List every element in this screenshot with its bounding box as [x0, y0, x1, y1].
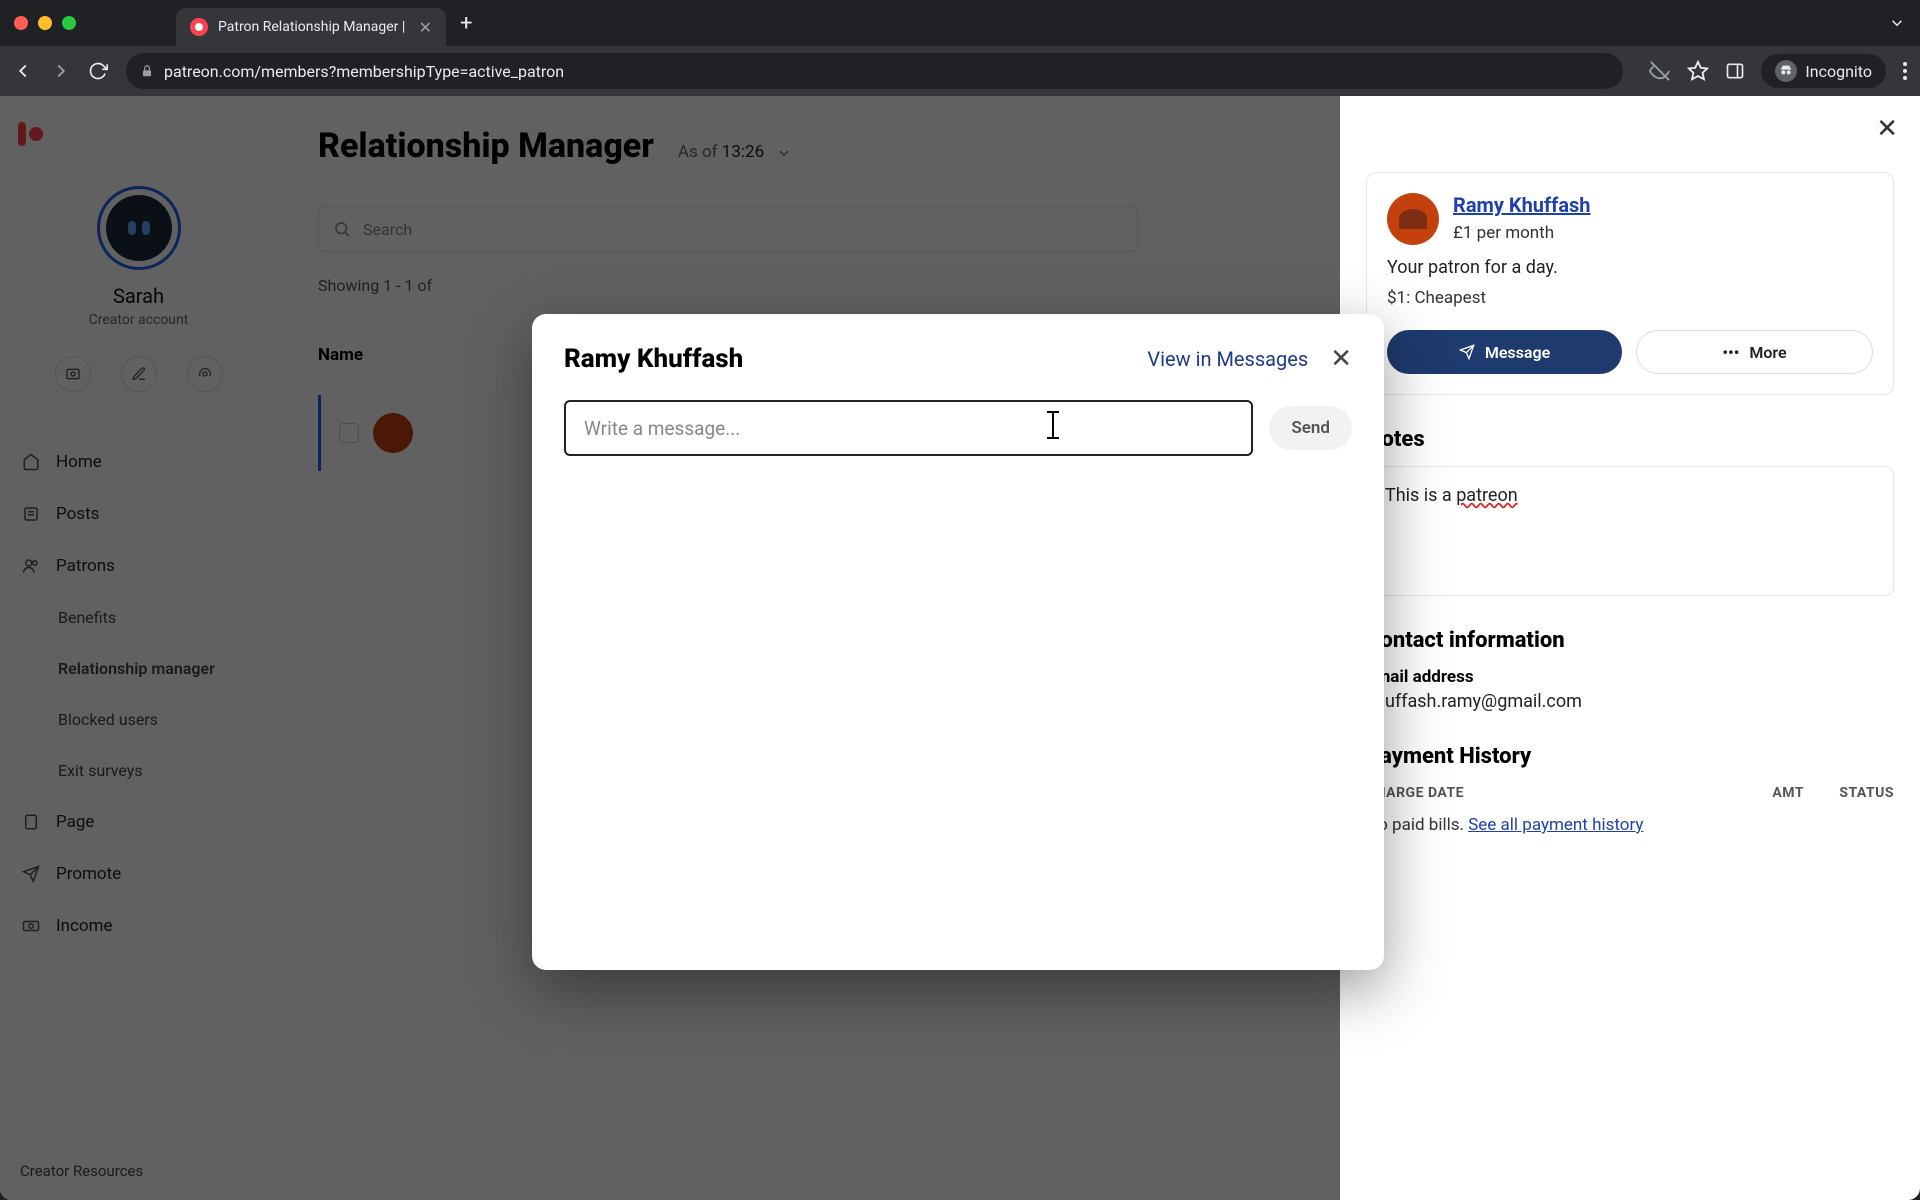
- message-input[interactable]: [564, 400, 1253, 456]
- send-icon: [1459, 344, 1475, 360]
- message-modal: Ramy Khuffash View in Messages ✕ Send: [532, 314, 1384, 970]
- see-payment-history-link[interactable]: See all payment history: [1468, 815, 1643, 835]
- patron-duration: Your patron for a day.: [1387, 257, 1873, 278]
- patron-avatar: [1387, 193, 1439, 245]
- modal-close-button[interactable]: ✕: [1330, 344, 1352, 374]
- url-input[interactable]: patreon.com/members?membershipType=activ…: [126, 53, 1623, 89]
- incognito-badge[interactable]: Incognito: [1761, 54, 1886, 88]
- lock-icon: [140, 64, 154, 78]
- view-in-messages-link[interactable]: View in Messages: [1147, 347, 1308, 371]
- incognito-label: Incognito: [1805, 62, 1872, 81]
- email-label: Email address: [1366, 667, 1894, 687]
- ellipsis-icon: •••: [1722, 343, 1739, 362]
- send-button[interactable]: Send: [1269, 406, 1352, 450]
- tab-title: Patron Relationship Manager |: [218, 19, 409, 35]
- browser-tab[interactable]: Patron Relationship Manager | ✕: [176, 8, 446, 46]
- notes-heading: Notes: [1366, 427, 1894, 452]
- panel-icon[interactable]: [1725, 61, 1745, 81]
- window-controls: [14, 16, 76, 30]
- new-tab-button[interactable]: +: [460, 11, 472, 36]
- payment-heading: Payment History: [1366, 744, 1894, 769]
- modal-title: Ramy Khuffash: [564, 344, 1147, 374]
- email-value: khuffash.ramy@gmail.com: [1366, 691, 1894, 712]
- url-text: patreon.com/members?membershipType=activ…: [164, 62, 564, 81]
- back-button[interactable]: [12, 60, 36, 82]
- eye-off-icon[interactable]: [1649, 60, 1671, 82]
- reload-button[interactable]: [88, 61, 112, 81]
- tab-favicon-icon: [190, 18, 208, 36]
- message-button[interactable]: Message: [1387, 330, 1622, 374]
- tab-overflow-icon[interactable]: [1888, 14, 1906, 32]
- contact-heading: Contact information: [1366, 628, 1894, 653]
- close-window-button[interactable]: [14, 16, 28, 30]
- payment-empty-state: No paid bills. See all payment history: [1366, 815, 1894, 835]
- incognito-icon: [1775, 60, 1797, 82]
- notes-textarea[interactable]: This is a patreon: [1366, 466, 1894, 596]
- patron-tier: $1: Cheapest: [1387, 288, 1873, 308]
- tab-close-icon[interactable]: ✕: [419, 18, 432, 37]
- patron-detail-panel: ✕ Ramy Khuffash £1 per month Your patron…: [1340, 96, 1920, 1200]
- patron-pledge: £1 per month: [1453, 223, 1591, 243]
- bookmark-star-icon[interactable]: [1687, 60, 1709, 82]
- address-bar: patreon.com/members?membershipType=activ…: [0, 46, 1920, 96]
- forward-button[interactable]: [50, 60, 74, 82]
- payment-table-header: CHARGE DATE AMT STATUS: [1366, 785, 1894, 801]
- kebab-menu-icon[interactable]: [1902, 61, 1908, 81]
- close-panel-button[interactable]: ✕: [1876, 114, 1898, 144]
- more-button[interactable]: ••• More: [1636, 330, 1873, 374]
- patron-name-link[interactable]: Ramy Khuffash: [1453, 193, 1591, 217]
- minimize-window-button[interactable]: [38, 16, 52, 30]
- maximize-window-button[interactable]: [62, 16, 76, 30]
- patron-card: Ramy Khuffash £1 per month Your patron f…: [1366, 172, 1894, 395]
- window-titlebar: Patron Relationship Manager | ✕ +: [0, 0, 1920, 46]
